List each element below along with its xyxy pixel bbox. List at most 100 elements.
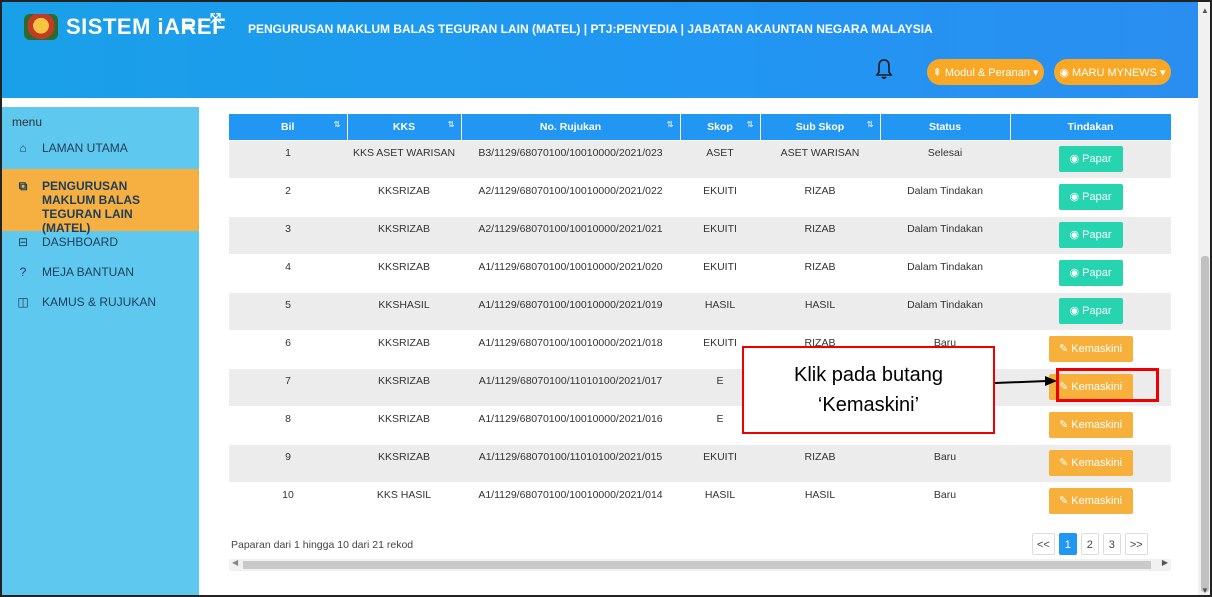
sidebar-item-kamus-rujukan[interactable]: ◫ KAMUS & RUJUKAN [2,295,199,309]
pencil-icon: ✎ [1058,418,1072,431]
pager-item[interactable]: 2 [1080,533,1099,555]
papar-button[interactable]: ◉ Papar [1058,221,1123,248]
sidebar-item-dashboard[interactable]: ⊟ DASHBOARD [2,231,199,249]
button-label: Kemaskini [1071,418,1123,431]
column-header-status[interactable]: Status [880,114,1011,140]
cell-kks: KKSRIZAB [347,405,461,444]
kemaskini-highlight-box [1056,368,1159,402]
cell-sub-skop: RIZAB [760,177,880,216]
instruction-callout: Klik pada butang ‘Kemaskini’ [742,346,995,434]
eye-icon: ◉ [1069,152,1083,165]
cell-status: Dalam Tindakan [880,253,1010,292]
cell-bil: 4 [229,253,347,292]
sidebar-item-matel[interactable]: ⧉ PENGURUSAN MAKLUM BALAS TEGURAN LAIN (… [2,169,199,235]
pager-item[interactable]: 3 [1102,533,1121,555]
scroll-up-icon[interactable]: ▲ [1201,6,1210,15]
top-header: SISTEM iAREF ≡ ⤧ PENGURUSAN MAKLUM BALAS… [2,2,1198,98]
table-row: 9 KKSRIZAB A1/1129/68070100/11010100/2021/… [229,443,1171,482]
vertical-scrollbar[interactable]: ▲ ▼ [1198,2,1210,595]
cell-kks: KKSRIZAB [347,215,461,254]
cell-no-rujukan: A1/1129/68070100/10010000/2021/016 [461,405,680,444]
cell-no-rujukan: A2/1129/68070100/10010000/2021/021 [461,215,680,254]
jata-logo [24,14,58,40]
cell-skop: ASET [680,139,760,178]
column-header-no-rujukan[interactable]: No. Rujukan ⇅ [461,114,681,140]
scrollbar-thumb[interactable] [243,561,1151,569]
horizontal-scrollbar[interactable]: ◀ ▶ [229,558,1171,571]
table-row: 3 KKSRIZAB A2/1129/68070100/10010000/2021/… [229,215,1171,254]
bell-icon[interactable] [875,58,893,80]
table-row: 10 KKS HASIL A1/1129/68070100/10010000/202… [229,481,1171,520]
papar-button[interactable]: ◉ Papar [1058,145,1123,172]
button-label: Kemaskini [1071,342,1123,355]
pagination: << 1 2 3 >> [1032,533,1148,555]
table-row: 5 KKSHASIL A1/1129/68070100/10010000/2021/… [229,291,1171,330]
cell-tindakan: ✎ Kemaskini [1010,329,1171,368]
cell-skop: EKUITI [680,177,760,216]
column-header-kks[interactable]: KKS ⇅ [347,114,462,140]
cell-skop: HASIL [680,481,760,520]
kemaskini-button[interactable]: ✎ Kemaskini [1048,335,1133,362]
cell-tindakan: ◉ Papar [1010,139,1171,178]
cell-bil: 8 [229,405,347,444]
kemaskini-button[interactable]: ✎ Kemaskini [1048,487,1133,514]
cell-skop: EKUITI [680,253,760,292]
cell-tindakan: ✎ Kemaskini [1010,443,1171,482]
sidebar-item-meja-bantuan[interactable]: ? MEJA BANTUAN [2,263,199,279]
table-body: 1 KKS ASET WARISAN B3/1129/68070100/100100… [229,139,1171,520]
modul-peranan-button[interactable]: ⇞ Modul & Peranan ▾ [927,59,1044,85]
kemaskini-button[interactable]: ✎ Kemaskini [1048,449,1133,476]
papar-button[interactable]: ◉ Papar [1058,183,1123,210]
scroll-down-icon[interactable]: ▼ [1201,586,1209,595]
button-label: Papar [1082,190,1112,203]
column-header-bil[interactable]: Bil ⇅ [229,114,348,140]
sidebar-item-laman-utama[interactable]: ⌂ LAMAN UTAMA [2,141,199,155]
cell-bil: 6 [229,329,347,368]
sidebar-item-label: KAMUS & RUJUKAN [42,295,157,309]
pager-item[interactable]: << [1032,533,1055,555]
sidebar-item-label: MEJA BANTUAN [42,265,135,279]
scroll-right-icon[interactable]: ▶ [1162,558,1168,567]
pager-item[interactable]: 1 [1058,533,1077,555]
user-menu-button[interactable]: ◉ MARU MYNEWS ▾ [1054,59,1171,85]
papar-button[interactable]: ◉ Papar [1058,259,1123,286]
book-icon: ◫ [17,295,29,309]
cell-skop: HASIL [680,291,760,330]
button-label: Papar [1082,304,1112,317]
cell-kks: KKS HASIL [347,481,461,520]
column-header-skop[interactable]: Skop ⇅ [680,114,761,140]
kemaskini-button[interactable]: ✎ Kemaskini [1048,411,1133,438]
button-label: Papar [1082,228,1112,241]
eye-icon: ◉ [1069,266,1083,279]
cell-status: Selesai [880,139,1010,178]
cell-status: Baru [880,443,1010,482]
eye-icon: ◉ [1069,304,1083,317]
cell-no-rujukan: A1/1129/68070100/10010000/2021/018 [461,329,680,368]
sidebar-item-label: DASHBOARD [42,235,119,249]
scrollbar-thumb[interactable] [1201,256,1209,592]
cell-bil: 3 [229,215,347,254]
cell-status: Dalam Tindakan [880,215,1010,254]
cell-sub-skop: HASIL [760,291,880,330]
cell-bil: 10 [229,481,347,520]
pagination-info: Paparan dari 1 hingga 10 dari 21 rekod [231,539,414,551]
cell-status: Dalam Tindakan [880,291,1010,330]
matel-table-container: Bil ⇅ KKS ⇅ No. Rujukan ⇅ Skop ⇅ Sub Skop ⇅ S… [229,114,1172,520]
menu-toggle-icon[interactable]: ≡ [183,12,196,38]
pager-item[interactable]: >> [1124,533,1148,555]
cell-tindakan: ✎ Kemaskini [1010,405,1171,444]
table-row: 8 KKSRIZAB A1/1129/68070100/10010000/2021/… [229,405,1171,444]
brand-title: SISTEM iAREF [66,14,227,39]
app-window: SISTEM iAREF ≡ ⤧ PENGURUSAN MAKLUM BALAS… [0,0,1212,597]
cell-status: Dalam Tindakan [880,177,1010,216]
cell-kks: KKS ASET WARISAN [347,139,461,178]
eye-icon: ◉ [1069,228,1083,241]
column-header-sub-skop[interactable]: Sub Skop ⇅ [760,114,881,140]
cell-sub-skop: RIZAB [760,443,880,482]
cell-sub-skop: RIZAB [760,215,880,254]
callout-line-2: ‘Kemaskini’ [817,394,920,416]
fullscreen-icon[interactable]: ⤧ [210,10,221,27]
table-header-row: Bil ⇅ KKS ⇅ No. Rujukan ⇅ Skop ⇅ Sub Skop ⇅ S… [229,114,1172,140]
papar-button[interactable]: ◉ Papar [1058,297,1123,324]
scroll-left-icon[interactable]: ◀ [232,558,238,567]
